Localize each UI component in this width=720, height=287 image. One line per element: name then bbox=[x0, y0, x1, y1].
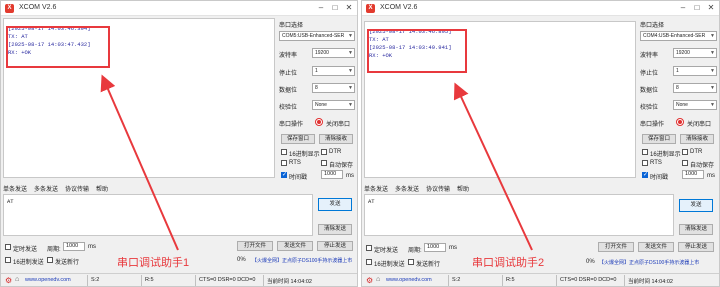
arrow-1 bbox=[100, 74, 179, 251]
annotation-arrows bbox=[100, 74, 533, 251]
caption-assistant-2: 串口调试助手2 bbox=[472, 257, 545, 269]
arrow-2 bbox=[453, 82, 533, 251]
caption-assistant-1: 串口调试助手1 bbox=[117, 257, 190, 269]
